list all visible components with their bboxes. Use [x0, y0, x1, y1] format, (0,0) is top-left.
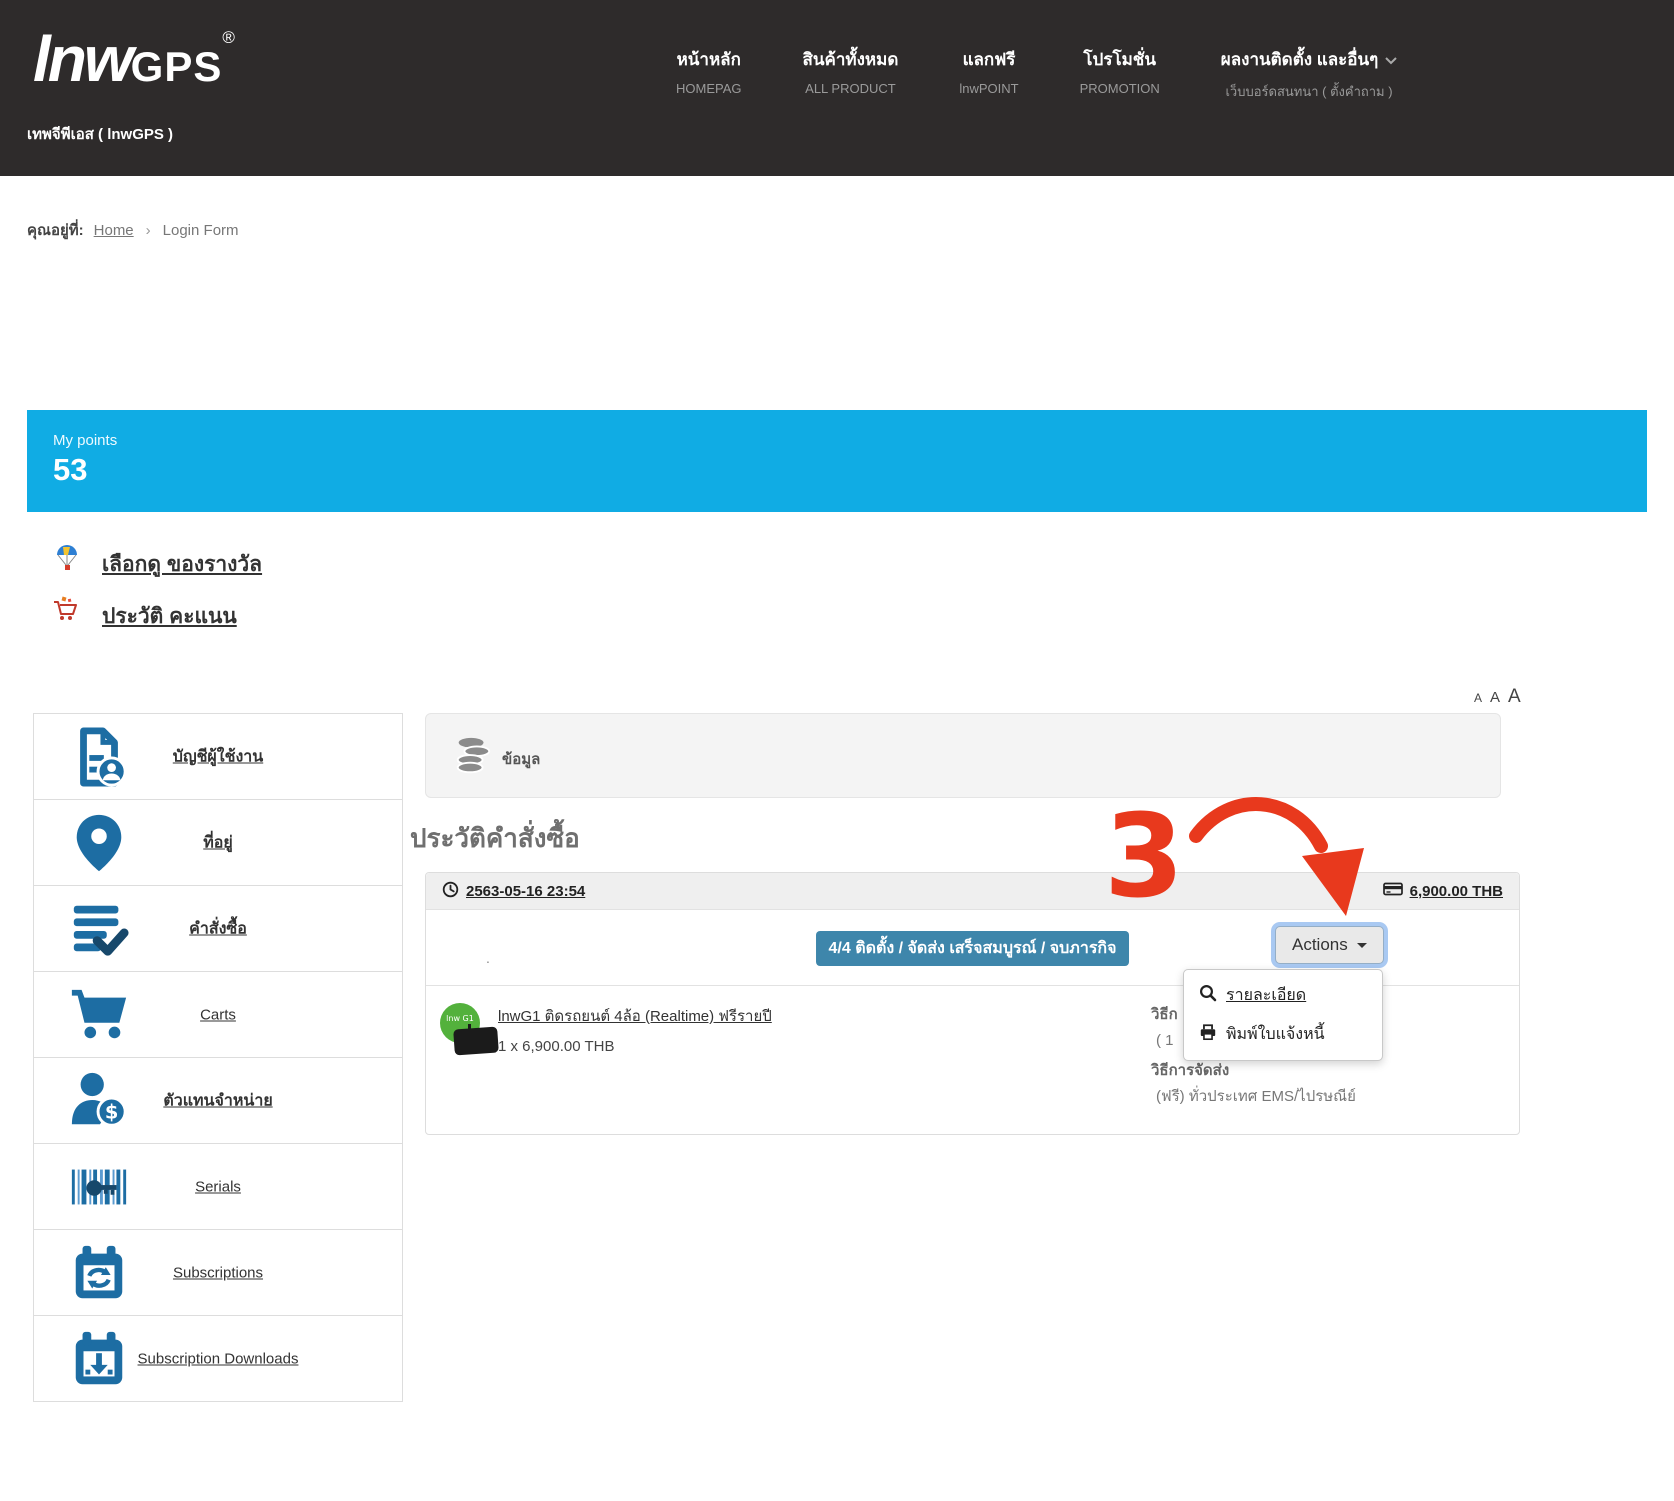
points-label: My points [53, 432, 117, 449]
sidebar-item-dealer[interactable]: $ ตัวแทนจำหน่าย [34, 1058, 402, 1144]
dropdown-item-label: พิมพ์ใบแจ้งหนี้ [1226, 1022, 1325, 1047]
nav-label: ผลงานติดตั้ง และอื่นๆ [1221, 46, 1397, 73]
points-value: 53 [53, 452, 87, 488]
sidebar-item-label: บัญชีผู้ใช้งาน [34, 744, 402, 769]
font-size-medium-button[interactable]: A [1490, 689, 1500, 706]
order-total-link[interactable]: 6,900.00 THB [1410, 883, 1503, 900]
sidebar-item-label: คำสั่งซื้อ [34, 916, 402, 941]
cart-sketch-icon [50, 594, 80, 629]
info-panel-label: ข้อมูล [502, 747, 540, 771]
main-nav: หน้าหลัก HOMEPAG สินค้าทั้งหมด ALL PRODU… [676, 46, 1397, 102]
nav-item-home[interactable]: หน้าหลัก HOMEPAG [676, 46, 742, 102]
shipping-method-label: วิธีการจัดส่ง [1151, 1058, 1229, 1082]
nav-item-points[interactable]: แลกฟรี lnwPOINT [959, 46, 1018, 102]
nav-sublabel: เว็บบอร์ดสนทนา ( ตั้งคำถาม ) [1221, 81, 1397, 102]
svg-text:lnw G1: lnw G1 [446, 1014, 474, 1023]
nav-item-promotion[interactable]: โปรโมชั่น PROMOTION [1080, 46, 1160, 102]
font-size-small-button[interactable]: A [1474, 691, 1482, 705]
quick-link-label: ประวัติ คะแนน [102, 600, 237, 633]
sidebar-item-address[interactable]: ที่อยู่ [34, 800, 402, 886]
points-banner: My points 53 [27, 410, 1647, 512]
order-history-title: ประวัติคำสั่งซื้อ [410, 818, 580, 859]
page: lnwGPS® เทพจีพีเอส ( lnwGPS ) หน้าหลัก H… [0, 0, 1674, 1501]
font-size-large-button[interactable]: A [1508, 686, 1521, 708]
dropdown-item-label: รายละเอียด [1226, 983, 1306, 1008]
nav-sublabel: PROMOTION [1080, 81, 1160, 96]
parachute-icon [55, 544, 79, 577]
nav-item-webboard[interactable]: ผลงานติดตั้ง และอื่นๆ เว็บบอร์ดสนทนา ( ต… [1221, 46, 1397, 102]
dropdown-item-details[interactable]: รายละเอียด [1184, 976, 1382, 1015]
nav-sublabel: lnwPOINT [959, 81, 1018, 96]
stray-dot: . [486, 950, 490, 966]
breadcrumb-separator: › [146, 222, 151, 239]
caret-down-icon [1357, 943, 1367, 953]
nav-label: สินค้าทั้งหมด [803, 46, 899, 73]
site-logo[interactable]: lnwGPS® [33, 22, 235, 96]
sidebar-item-orders[interactable]: คำสั่งซื้อ [34, 886, 402, 972]
order-date-link[interactable]: 2563-05-16 23:54 [466, 883, 585, 900]
sidebar-item-label: Serials [34, 1178, 402, 1195]
sidebar-item-label: Subscription Downloads [34, 1350, 402, 1367]
sidebar-item-carts[interactable]: Carts [34, 972, 402, 1058]
chevron-down-icon [1385, 50, 1397, 70]
clock-icon [442, 881, 459, 902]
order-card-header: 2563-05-16 23:54 6,900.00 THB [426, 873, 1519, 910]
magnifier-icon [1199, 984, 1217, 1007]
order-status-badge: 4/4 ติดตั้ง / จัดส่ง เสร็จสมบูรณ์ / จบภา… [816, 931, 1130, 966]
payment-method-value-fragment: ( 1 [1156, 1032, 1174, 1049]
product-thumbnail[interactable]: lnw G1 [438, 1000, 502, 1058]
annotation-arrow-curve [1196, 804, 1321, 846]
sidebar-item-subscription-downloads[interactable]: Subscription Downloads [34, 1316, 402, 1402]
sidebar-item-account[interactable]: บัญชีผู้ใช้งาน [34, 714, 402, 800]
logo-sub-text: GPS [131, 43, 223, 90]
sidebar-item-serials[interactable]: Serials [34, 1144, 402, 1230]
breadcrumb-prefix: คุณอยู่ที่: [27, 222, 84, 239]
actions-dropdown-menu: รายละเอียด พิมพ์ใบแจ้งหนี้ [1183, 969, 1383, 1061]
sidebar-item-label: ที่อยู่ [34, 830, 402, 855]
actions-button[interactable]: Actions [1275, 926, 1384, 964]
breadcrumb-current: Login Form [163, 222, 239, 239]
product-qty-price: 1 x 6,900.00 THB [498, 1038, 614, 1055]
shipping-method-value: (ฟรี) ทั่วประเทศ EMS/ไปรษณีย์ [1156, 1084, 1356, 1108]
credit-card-icon [1383, 881, 1403, 901]
sidebar-item-label: ตัวแทนจำหน่าย [34, 1088, 402, 1113]
payment-method-label-fragment: วิธีก [1151, 1002, 1178, 1026]
nav-sublabel: HOMEPAG [676, 81, 742, 96]
site-header: lnwGPS® เทพจีพีเอส ( lnwGPS ) หน้าหลัก H… [0, 0, 1674, 176]
logo-caption: เทพจีพีเอส ( lnwGPS ) [27, 122, 173, 146]
info-panel[interactable]: ข้อมูล [425, 713, 1501, 798]
nav-label: หน้าหลัก [676, 46, 742, 73]
nav-item-all-products[interactable]: สินค้าทั้งหมด ALL PRODUCT [803, 46, 899, 102]
printer-icon [1199, 1023, 1217, 1046]
sidebar-item-label: Subscriptions [34, 1264, 402, 1281]
breadcrumb-home-link[interactable]: Home [94, 222, 134, 239]
dropdown-item-print-invoice[interactable]: พิมพ์ใบแจ้งหนี้ [1184, 1015, 1382, 1054]
registered-mark: ® [222, 28, 235, 47]
database-icon [452, 735, 494, 777]
product-name-link[interactable]: lnwG1 ติดรถยนต์ 4ล้อ (Realtime) ฟรีรายปี [498, 1004, 772, 1028]
order-date-group: 2563-05-16 23:54 [442, 881, 585, 902]
quick-link-rewards[interactable]: เลือกดู ของรางวัล [55, 548, 262, 581]
account-sidebar: บัญชีผู้ใช้งาน ที่อยู่ คำสั่งซื้อ [33, 713, 403, 1402]
nav-sublabel: ALL PRODUCT [803, 81, 899, 96]
quick-link-label: เลือกดู ของรางวัล [102, 548, 262, 581]
actions-button-label: Actions [1292, 935, 1348, 955]
logo-main-text: lnw [33, 23, 131, 95]
nav-label: โปรโมชั่น [1080, 46, 1160, 73]
nav-label: แลกฟรี [959, 46, 1018, 73]
font-size-controls: A A A [1474, 686, 1521, 708]
sidebar-item-subscriptions[interactable]: Subscriptions [34, 1230, 402, 1316]
quick-link-point-history[interactable]: ประวัติ คะแนน [50, 600, 237, 633]
order-total-group: 6,900.00 THB [1383, 881, 1503, 901]
sidebar-item-label: Carts [34, 1006, 402, 1023]
breadcrumb: คุณอยู่ที่: Home › Login Form [27, 218, 239, 242]
